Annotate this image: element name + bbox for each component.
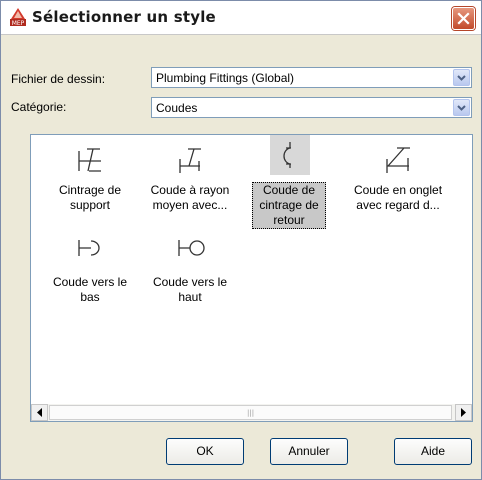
- style-label-line: Coude vers le: [152, 275, 228, 289]
- drawing-file-select[interactable]: Plumbing Fittings (Global): [151, 67, 472, 88]
- dialog-title: Sélectionner un style: [32, 8, 216, 26]
- drawing-file-label: Fichier de dessin:: [11, 72, 106, 86]
- style-label-line: Coude en onglet: [353, 183, 443, 197]
- style-label-line: moyen avec...: [152, 198, 228, 212]
- style-label-line: haut: [178, 290, 202, 304]
- elbow-down-icon: [78, 240, 100, 256]
- bend-support-icon: [78, 148, 101, 172]
- chevron-down-icon: [457, 105, 466, 111]
- close-icon: [457, 12, 470, 25]
- close-button[interactable]: [452, 7, 475, 30]
- style-label-line: bas: [80, 290, 100, 304]
- style-label-line: support: [69, 198, 111, 212]
- elbow-up-icon: [178, 240, 205, 256]
- mitered-elbow-icon: [386, 147, 410, 173]
- ok-button[interactable]: OK: [166, 438, 244, 465]
- autocad-mep-icon: MEP: [10, 8, 26, 26]
- horizontal-scrollbar[interactable]: |||: [31, 404, 472, 421]
- category-select[interactable]: Coudes: [151, 97, 472, 118]
- style-item-coude-rayon-moyen[interactable]: Coude à rayon moyen avec...: [140, 141, 240, 221]
- scroll-thumb[interactable]: |||: [49, 405, 452, 420]
- svg-text:MEP: MEP: [12, 20, 25, 26]
- style-item-coude-vers-le-bas[interactable]: Coude vers le bas: [40, 231, 140, 311]
- scroll-right-button[interactable]: [455, 404, 472, 421]
- chevron-down-icon: [457, 75, 466, 81]
- style-item-coude-en-onglet[interactable]: Coude en onglet avec regard d...: [348, 141, 448, 221]
- style-label-line: Coude de: [262, 183, 316, 197]
- style-label-line: Cintrage de: [58, 183, 122, 197]
- cancel-button[interactable]: Annuler: [270, 438, 348, 465]
- scroll-grip-icon: |||: [247, 409, 255, 417]
- style-label-line: avec regard d...: [356, 198, 440, 212]
- return-bend-icon: [270, 135, 310, 175]
- chevron-left-icon: [37, 408, 42, 417]
- medium-radius-elbow-icon: [179, 148, 201, 173]
- style-label-line: cintrage de: [259, 198, 319, 212]
- style-label-line: retour: [273, 213, 305, 227]
- category-label: Catégorie:: [11, 100, 67, 114]
- drawing-file-dropdown-button[interactable]: [453, 69, 470, 86]
- category-dropdown-button[interactable]: [453, 99, 470, 116]
- category-value: Coudes: [156, 101, 198, 115]
- style-item-coude-vers-le-haut[interactable]: Coude vers le haut: [140, 231, 240, 311]
- style-label-line: Coude à rayon: [150, 183, 230, 197]
- style-item-coude-cintrage-retour[interactable]: Coude de cintrage de retour: [240, 135, 340, 235]
- select-style-dialog: MEP Sélectionner un style Fichier de des…: [0, 0, 482, 480]
- title-bar[interactable]: MEP Sélectionner un style: [1, 1, 481, 35]
- style-item-cintrage-de-support[interactable]: Cintrage de support: [40, 141, 140, 221]
- style-label-line: Coude vers le: [52, 275, 128, 289]
- help-button[interactable]: Aide: [394, 438, 472, 465]
- scroll-left-button[interactable]: [31, 404, 48, 421]
- chevron-right-icon: [461, 408, 466, 417]
- style-list[interactable]: Cintrage de support Coude à rayon moyen …: [30, 134, 473, 422]
- drawing-file-value: Plumbing Fittings (Global): [156, 71, 295, 85]
